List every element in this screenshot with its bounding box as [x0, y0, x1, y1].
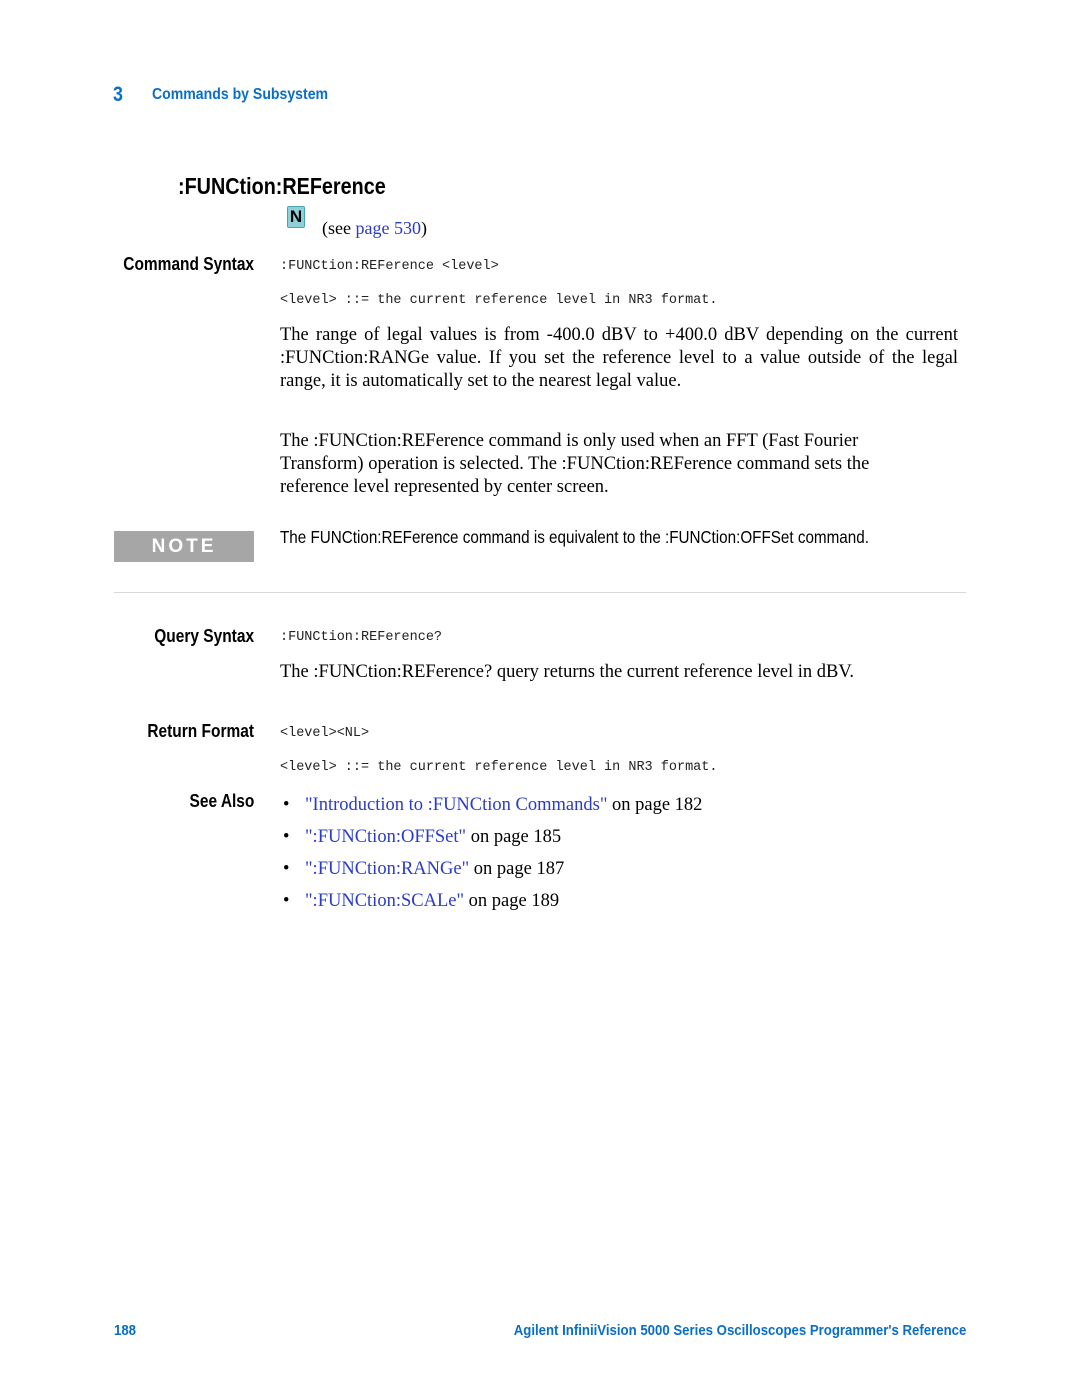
- see-page-reference: (see page 530): [322, 218, 427, 239]
- see-also-page: on page 182: [607, 795, 703, 815]
- footer-book-title: Agilent InfiniiVision 5000 Series Oscill…: [513, 1322, 966, 1339]
- see-suffix: ): [420, 218, 427, 238]
- note-text: The FUNCtion:REFerence command is equiva…: [280, 527, 869, 547]
- see-also-item: • ":FUNCtion:RANGe" on page 187: [283, 853, 702, 885]
- note-badge-divider: [114, 561, 254, 563]
- return-format-code: <level><NL>: [280, 726, 370, 741]
- see-also-item: • "Introduction to :FUNCtion Commands" on…: [283, 789, 702, 821]
- footer-page-number: 188: [114, 1322, 137, 1339]
- command-syntax-code: :FUNCtion:REFerence <level>: [280, 259, 499, 274]
- query-syntax-code: :FUNCtion:REFerence?: [280, 630, 443, 645]
- command-syntax-definition: <level> ::= the current reference level …: [280, 293, 718, 308]
- see-prefix: (see: [322, 218, 356, 238]
- see-also-link-offset[interactable]: ":FUNCtion:OFFSet": [305, 827, 466, 847]
- see-also-page: on page 187: [469, 859, 565, 879]
- bullet-icon: •: [283, 795, 290, 815]
- chapter-number: 3: [113, 83, 123, 106]
- section-divider: [114, 592, 966, 593]
- query-description-paragraph: The :FUNCtion:REFerence? query returns t…: [280, 662, 854, 682]
- see-also-label: See Also: [189, 791, 254, 811]
- chapter-title: Commands by Subsystem: [152, 86, 329, 103]
- bullet-icon: •: [283, 859, 290, 879]
- see-also-page: on page 185: [466, 827, 562, 847]
- command-title: :FUNCtion:REFerence: [178, 173, 386, 199]
- n-icon: N: [287, 206, 305, 228]
- see-also-link-range[interactable]: ":FUNCtion:RANGe": [305, 859, 469, 879]
- see-also-list: • "Introduction to :FUNCtion Commands" on…: [283, 789, 702, 917]
- return-format-label: Return Format: [147, 721, 254, 741]
- bullet-icon: •: [283, 891, 290, 911]
- command-description-paragraph: The range of legal values is from -400.0…: [280, 325, 958, 391]
- see-also-item: • ":FUNCtion:SCALe" on page 189: [283, 885, 702, 917]
- command-fft-paragraph: The :FUNCtion:REFerence command is only …: [280, 431, 870, 497]
- return-format-definition: <level> ::= the current reference level …: [280, 760, 718, 775]
- see-also-link-introduction[interactable]: "Introduction to :FUNCtion Commands": [305, 795, 607, 815]
- command-syntax-label: Command Syntax: [123, 254, 254, 274]
- note-badge: NOTE: [114, 531, 254, 562]
- see-also-link-scale[interactable]: ":FUNCtion:SCALe": [305, 891, 464, 911]
- query-syntax-label: Query Syntax: [154, 626, 254, 646]
- see-also-page: on page 189: [464, 891, 560, 911]
- see-also-item: • ":FUNCtion:OFFSet" on page 185: [283, 821, 702, 853]
- bullet-icon: •: [283, 827, 290, 847]
- see-page-link[interactable]: page 530: [355, 218, 420, 238]
